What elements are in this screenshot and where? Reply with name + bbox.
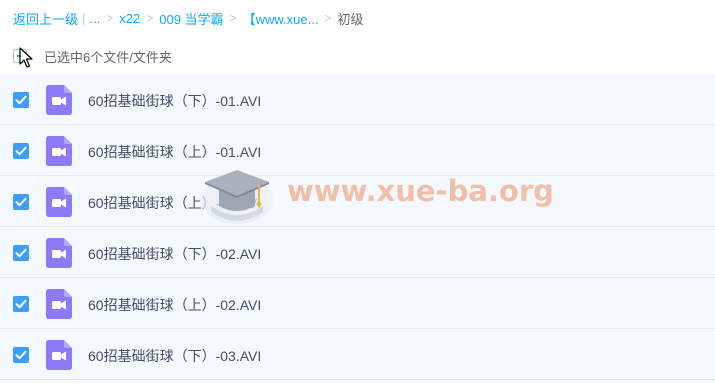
row-checkbox[interactable] — [13, 347, 29, 363]
file-row[interactable]: 60招基础街球（上）-02.AVI — [0, 278, 715, 329]
file-row[interactable]: 60招基础街球（下）-02.AVI — [0, 227, 715, 278]
video-file-icon — [46, 289, 72, 319]
file-row[interactable]: 60招基础街球（上）-01.AVI — [0, 125, 715, 176]
chevron-right-icon: > — [106, 11, 114, 25]
breadcrumb-item-folder[interactable]: 009 当学霸 — [159, 9, 223, 28]
video-file-icon — [46, 238, 72, 268]
row-checkbox[interactable] — [13, 194, 29, 210]
file-name[interactable]: 60招基础街球（下）-03.AVI — [88, 346, 261, 366]
row-checkbox[interactable] — [13, 143, 29, 159]
breadcrumb: 返回上一级 | ... > x22 > 009 当学霸 > 【www.xue..… — [13, 9, 363, 27]
row-checkbox[interactable] — [13, 245, 29, 261]
file-row[interactable]: 60招基础街球（下）-03.AVI — [0, 329, 715, 380]
breadcrumb-current: 初级 — [337, 11, 364, 27]
file-name[interactable]: 60招基础街球（上）-03.AVI — [88, 193, 261, 213]
file-row[interactable]: 60招基础街球（下）-01.AVI — [0, 74, 715, 125]
breadcrumb-ellipsis[interactable]: ... — [89, 11, 100, 26]
file-name[interactable]: 60招基础街球（下）-01.AVI — [88, 91, 261, 111]
video-file-icon — [46, 340, 72, 370]
selection-bar: 已选中6个文件/文件夹 — [13, 46, 172, 66]
file-name[interactable]: 60招基础街球（上）-01.AVI — [88, 142, 261, 162]
chevron-right-icon: > — [324, 11, 332, 25]
chevron-right-icon: > — [229, 11, 237, 25]
video-file-icon — [46, 187, 72, 217]
file-name[interactable]: 60招基础街球（上）-02.AVI — [88, 295, 261, 315]
video-file-icon — [46, 85, 72, 115]
breadcrumb-item-x22[interactable]: x22 — [119, 11, 140, 26]
file-row[interactable]: 60招基础街球（上）-03.AVI — [0, 176, 715, 227]
file-name[interactable]: 60招基础街球（下）-02.AVI — [88, 244, 261, 264]
chevron-right-icon: > — [146, 11, 154, 25]
row-checkbox[interactable] — [13, 296, 29, 312]
breadcrumb-divider: | — [82, 10, 86, 26]
file-list: 60招基础街球（下）-01.AVI 60招基础街球（上）-01.AVI 60招基础街… — [0, 74, 715, 380]
selection-count-label: 已选中6个文件/文件夹 — [44, 49, 172, 65]
breadcrumb-item-site[interactable]: 【www.xue... — [243, 9, 319, 28]
video-file-icon — [46, 136, 72, 166]
back-link[interactable]: 返回上一级 — [13, 9, 78, 28]
row-checkbox[interactable] — [13, 92, 29, 108]
mouse-cursor-icon — [19, 47, 33, 68]
